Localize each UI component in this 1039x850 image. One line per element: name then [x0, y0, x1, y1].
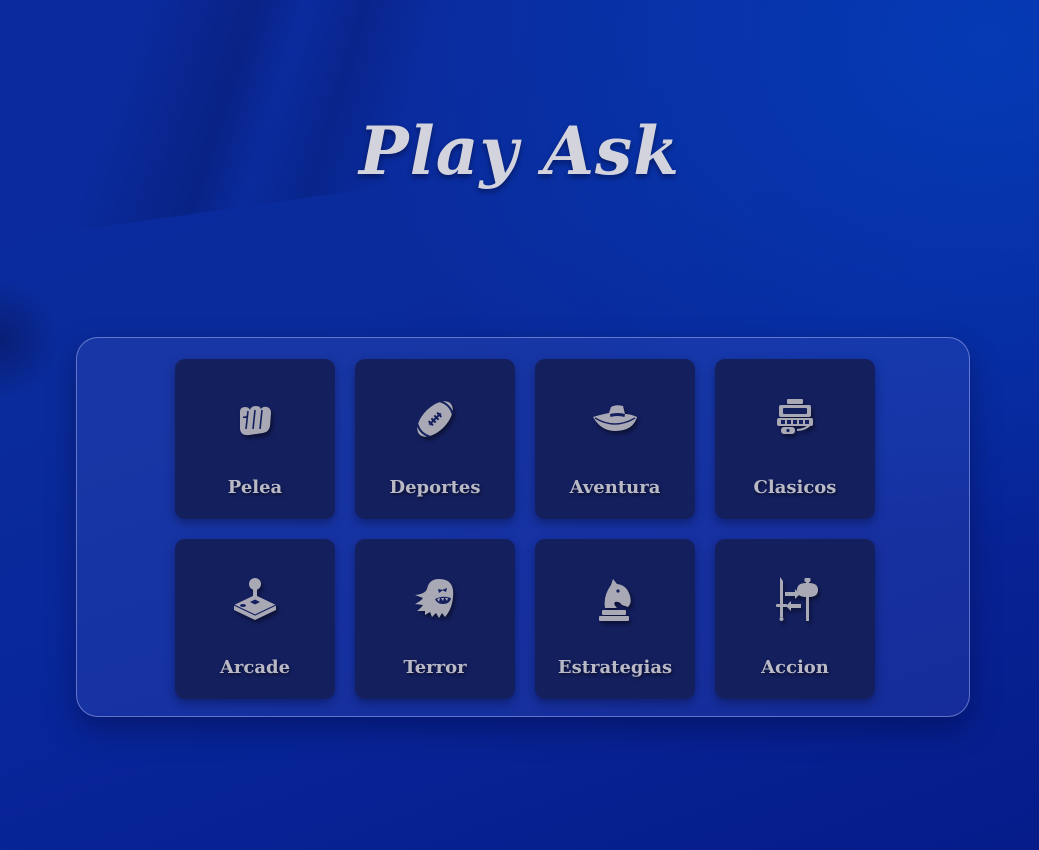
category-card-aventura[interactable]: Aventura: [535, 359, 695, 519]
category-label: Clasicos: [753, 477, 837, 498]
weapons-icon: [771, 575, 819, 623]
category-card-arcade[interactable]: Arcade: [175, 539, 335, 699]
hat-icon: [591, 395, 639, 443]
category-card-estrategias[interactable]: Estrategias: [535, 539, 695, 699]
category-label: Terror: [403, 657, 467, 678]
category-card-deportes[interactable]: Deportes: [355, 359, 515, 519]
category-label: Pelea: [227, 477, 283, 498]
chess-knight-icon: [591, 575, 639, 623]
category-card-clasicos[interactable]: Clasicos: [715, 359, 875, 519]
fist-icon: [231, 395, 279, 443]
category-card-accion[interactable]: Accion: [715, 539, 875, 699]
arcade-machine-icon: [771, 395, 819, 443]
app-title: Play Ask: [359, 112, 680, 190]
football-icon: [411, 395, 459, 443]
category-card-terror[interactable]: Terror: [355, 539, 515, 699]
background-shadow: [0, 280, 60, 400]
category-label: Estrategias: [557, 657, 673, 678]
category-label: Arcade: [219, 657, 291, 678]
ghost-icon: [411, 575, 459, 623]
joystick-icon: [231, 575, 279, 623]
category-label: Aventura: [569, 477, 661, 498]
category-label: Deportes: [389, 477, 481, 498]
categories-grid: Pelea Deportes Aventura Clasicos Arcade …: [175, 359, 875, 699]
category-label: Accion: [761, 657, 829, 678]
categories-panel: Pelea Deportes Aventura Clasicos Arcade …: [76, 337, 970, 717]
category-card-pelea[interactable]: Pelea: [175, 359, 335, 519]
